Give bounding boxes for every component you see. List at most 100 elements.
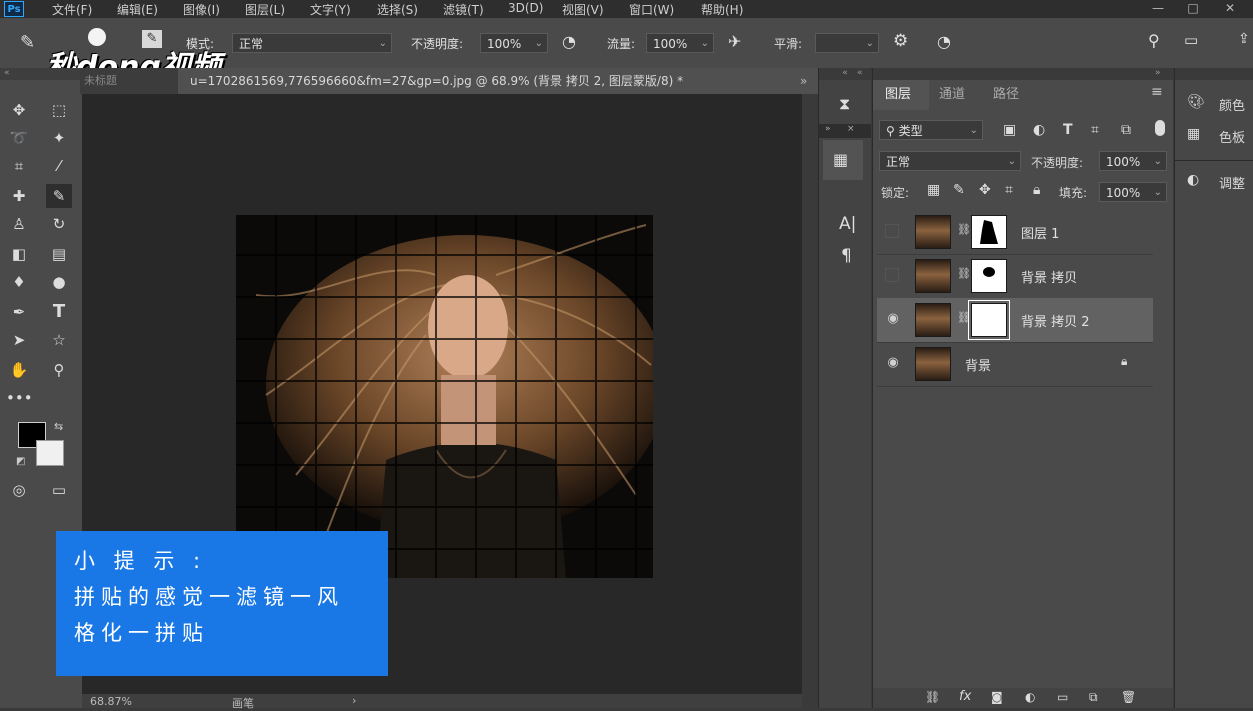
status-chevron-icon[interactable]: › bbox=[352, 694, 356, 707]
blend-mode-select[interactable]: 正常 ⌄ bbox=[879, 151, 1021, 171]
shape-tool-icon[interactable]: ☆ bbox=[46, 328, 72, 352]
more-tools-icon[interactable]: ••• bbox=[6, 386, 33, 410]
color-panel-button[interactable]: 🎨︎ 颜色 bbox=[1179, 90, 1251, 116]
character-icon[interactable]: A| bbox=[839, 214, 856, 234]
history-brush-tool-icon[interactable]: ↻ bbox=[46, 212, 72, 236]
screen-mode-icon[interactable]: ▭ bbox=[46, 478, 72, 502]
menu-window[interactable]: 窗口(W) bbox=[629, 1, 674, 18]
eye-icon[interactable]: ◉ bbox=[885, 311, 901, 327]
dodge-tool-icon[interactable]: ● bbox=[46, 270, 72, 294]
new-group-icon[interactable]: ▭ bbox=[1057, 690, 1068, 704]
clone-stamp-tool-icon[interactable]: ♙ bbox=[6, 212, 32, 236]
link-icon[interactable]: ⛓ bbox=[957, 267, 971, 280]
history-icon[interactable]: ⧗ bbox=[839, 94, 850, 114]
menu-3d[interactable]: 3D(D) bbox=[508, 1, 543, 15]
pressure-size-icon[interactable]: ◔ bbox=[937, 32, 951, 51]
layer-row-background-copy[interactable]: ⛓ 背景 拷贝 bbox=[877, 254, 1153, 299]
layer-mask-thumbnail[interactable] bbox=[971, 259, 1007, 293]
healing-brush-tool-icon[interactable]: ✚ bbox=[6, 184, 32, 208]
tab-overflow-icon[interactable]: » bbox=[800, 68, 807, 94]
lasso-tool-icon[interactable]: ➰ bbox=[6, 126, 32, 150]
swap-colors-icon[interactable]: ⇆ bbox=[54, 420, 63, 433]
minimize-icon[interactable]: — bbox=[1143, 0, 1173, 18]
flow-input[interactable]: 100% ⌄ bbox=[646, 33, 714, 53]
hand-tool-icon[interactable]: ✋ bbox=[6, 358, 32, 382]
layer-mask-thumbnail-selected[interactable] bbox=[968, 300, 1010, 340]
quick-mask-icon[interactable]: ◎ bbox=[6, 478, 32, 502]
pen-tool-icon[interactable]: ✒ bbox=[6, 300, 32, 324]
airbrush-icon[interactable]: ✈ bbox=[728, 32, 741, 51]
layer-name[interactable]: 背景 拷贝 2 bbox=[1021, 311, 1090, 330]
tab-layers[interactable]: 图层 bbox=[885, 82, 911, 108]
brush-tool-icon[interactable]: ✎ bbox=[46, 184, 72, 208]
menu-help[interactable]: 帮助(H) bbox=[701, 1, 743, 18]
lock-position-icon[interactable]: ✥ bbox=[979, 182, 991, 198]
path-selection-tool-icon[interactable]: ➤ bbox=[6, 328, 32, 352]
fill-input[interactable]: 100% ⌄ bbox=[1099, 182, 1167, 202]
menu-type[interactable]: 文字(Y) bbox=[310, 1, 351, 18]
eraser-tool-icon[interactable]: ◧ bbox=[6, 242, 32, 266]
search-icon[interactable]: ⚲ bbox=[1148, 31, 1160, 50]
magic-wand-tool-icon[interactable]: ✦ bbox=[46, 126, 72, 150]
filter-toggle[interactable] bbox=[1155, 120, 1165, 136]
gradient-tool-icon[interactable]: ▤ bbox=[46, 242, 72, 266]
swatches-panel-button[interactable]: ▦ 色板 bbox=[1179, 122, 1251, 148]
panel-collapse-icon[interactable]: « bbox=[819, 68, 871, 80]
menu-image[interactable]: 图像(I) bbox=[183, 1, 220, 18]
visibility-toggle-off[interactable] bbox=[885, 268, 899, 282]
filter-pixel-icon[interactable]: ▣ bbox=[1003, 122, 1016, 138]
smoothing-input[interactable]: ⌄ bbox=[815, 33, 879, 53]
lock-artboard-icon[interactable]: ⌗ bbox=[1005, 182, 1013, 198]
document-image[interactable] bbox=[236, 215, 653, 578]
document-tab-previous[interactable]: 未标题 bbox=[84, 68, 117, 94]
brush-tool-icon[interactable]: ✎ bbox=[20, 32, 35, 53]
opacity-input[interactable]: 100% ⌄ bbox=[480, 33, 548, 53]
menu-filter[interactable]: 滤镜(T) bbox=[443, 1, 484, 18]
close-window-icon[interactable]: ✕ bbox=[1215, 0, 1245, 18]
layer-opacity-input[interactable]: 100% ⌄ bbox=[1099, 151, 1167, 171]
layer-row-layer1[interactable]: ⛓ 图层 1 bbox=[877, 210, 1153, 255]
menu-edit[interactable]: 编辑(E) bbox=[117, 1, 158, 18]
menu-view[interactable]: 视图(V) bbox=[562, 1, 604, 18]
toolbar-collapse-icon[interactable]: « bbox=[0, 68, 82, 80]
gear-icon[interactable]: ⚙ bbox=[893, 31, 908, 51]
lock-pixels-icon[interactable]: ✎ bbox=[953, 182, 965, 198]
panel-menu-icon[interactable]: ≡ bbox=[1151, 84, 1163, 100]
adjustment-layer-icon[interactable]: ◐ bbox=[1025, 690, 1035, 704]
blur-tool-icon[interactable]: ♦ bbox=[6, 270, 32, 294]
add-mask-icon[interactable]: ◙ bbox=[991, 690, 1003, 704]
crop-tool-icon[interactable]: ⌗ bbox=[6, 154, 32, 178]
workspace-icon[interactable]: ▭ bbox=[1184, 31, 1198, 49]
dock-collapse-icon[interactable]: « bbox=[857, 68, 863, 78]
layer-mask-thumbnail[interactable] bbox=[971, 215, 1007, 249]
lock-all-icon[interactable]: 🔒︎ bbox=[1033, 182, 1040, 198]
marquee-tool-icon[interactable]: ⬚ bbox=[46, 98, 72, 122]
document-tab-active[interactable]: u=1702861569,776596660&fm=27&gp=0.jpg @ … bbox=[178, 68, 858, 94]
layer-name[interactable]: 背景 bbox=[965, 355, 991, 374]
mode-select[interactable]: 正常 ⌄ bbox=[232, 33, 392, 53]
eye-icon[interactable]: ◉ bbox=[885, 355, 901, 371]
layer-filter-select[interactable]: ⚲ 类型 ⌄ bbox=[879, 120, 983, 140]
close-panel-icon[interactable]: × bbox=[847, 124, 855, 134]
pressure-opacity-icon[interactable]: ◔ bbox=[562, 32, 576, 51]
properties-panel-button[interactable]: ▦ bbox=[823, 140, 863, 180]
filter-type-icon[interactable]: T bbox=[1063, 122, 1073, 138]
new-layer-icon[interactable]: ⧉ bbox=[1089, 690, 1098, 705]
layer-row-background[interactable]: ◉ 背景 🔒︎ bbox=[877, 342, 1153, 387]
menu-file[interactable]: 文件(F) bbox=[52, 1, 92, 18]
layer-name[interactable]: 图层 1 bbox=[1021, 223, 1059, 242]
share-icon[interactable]: ⇪ bbox=[1238, 31, 1250, 47]
filter-shape-icon[interactable]: ⌗ bbox=[1091, 122, 1099, 138]
type-tool-icon[interactable]: T bbox=[46, 300, 72, 324]
filter-adjustment-icon[interactable]: ◐ bbox=[1033, 122, 1045, 138]
menu-select[interactable]: 选择(S) bbox=[377, 1, 418, 18]
tab-channels[interactable]: 通道 bbox=[939, 82, 965, 108]
link-layers-icon[interactable]: ⛓ bbox=[925, 690, 940, 704]
visibility-toggle-off[interactable] bbox=[885, 224, 899, 238]
link-icon[interactable]: ⛓ bbox=[957, 311, 971, 324]
expand-icon[interactable]: » bbox=[825, 124, 831, 134]
link-icon[interactable]: ⛓ bbox=[957, 223, 971, 236]
zoom-tool-icon[interactable]: ⚲ bbox=[46, 358, 72, 382]
filter-smart-object-icon[interactable]: ⧉ bbox=[1121, 122, 1131, 138]
layer-name[interactable]: 背景 拷贝 bbox=[1021, 267, 1077, 286]
